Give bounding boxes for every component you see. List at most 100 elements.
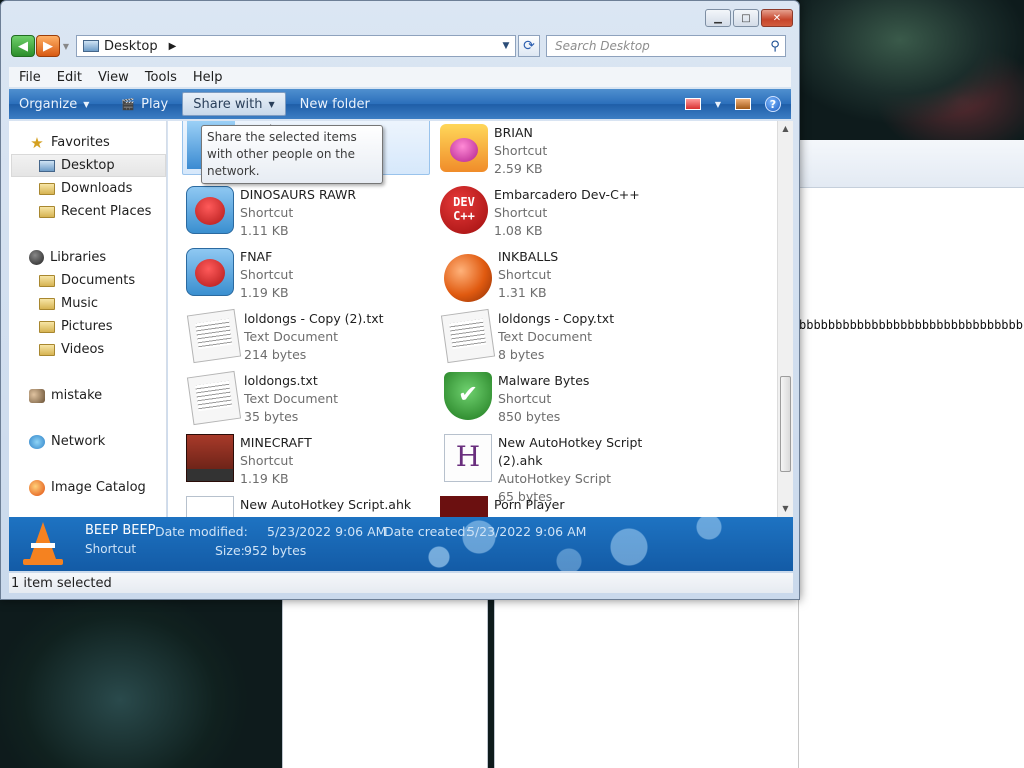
file-tile-autohotkey[interactable]: New AutoHotkey Script.ahk — [182, 493, 430, 517]
command-bar-right: ▼ ? — [684, 96, 791, 112]
file-tile-inkballs[interactable]: INKBALLS Shortcut 1.31 KB — [436, 245, 684, 303]
sidebar-item-label: Downloads — [61, 181, 133, 196]
forward-arrow-icon: ▶ — [43, 38, 53, 54]
file-tile-loldongs[interactable]: loldongs.txt Text Document 35 bytes — [182, 369, 430, 427]
scroll-down-icon[interactable]: ▼ — [778, 501, 793, 517]
sidebar-item-recent-places[interactable]: Recent Places — [9, 200, 166, 223]
recent-places-icon — [39, 205, 55, 218]
back-arrow-icon: ◀ — [18, 38, 28, 54]
menu-file[interactable]: File — [11, 70, 49, 85]
address-bar[interactable]: Desktop ▶ ▼ — [76, 35, 516, 57]
preview-pane-icon[interactable] — [735, 98, 751, 110]
forward-button[interactable]: ▶ — [36, 35, 60, 57]
play-button[interactable]: 🎬 Play — [111, 92, 178, 116]
sidebar-item-documents[interactable]: Documents — [9, 269, 166, 292]
file-type: Text Document — [244, 391, 339, 406]
organize-label: Organize — [19, 96, 78, 112]
share-with-label: Share with — [193, 96, 263, 112]
status-text: 1 item selected — [11, 575, 112, 591]
refresh-button[interactable]: ⟳ — [518, 35, 540, 57]
sidebar-favorites[interactable]: ★ Favorites — [9, 131, 166, 154]
sidebar-item-mistake[interactable]: mistake — [9, 384, 166, 407]
scrollbar-thumb[interactable] — [780, 376, 791, 472]
vlc-cone-stripe — [31, 543, 55, 548]
sidebar-item-label: Music — [61, 296, 98, 311]
menu-tools[interactable]: Tools — [137, 70, 185, 85]
background-text-content: bbbbbbbbbbbbbbbbbbbbbbbbbbbbbbb — [799, 318, 1023, 332]
chevron-right-icon[interactable]: ▶ — [169, 41, 177, 52]
sidebar-item-pictures[interactable]: Pictures — [9, 315, 166, 338]
organize-button[interactable]: Organize ▼ — [9, 92, 99, 116]
angry-birds-icon — [186, 186, 234, 234]
scroll-up-icon[interactable]: ▲ — [778, 121, 793, 137]
sidebar-item-image-catalog[interactable]: Image Catalog — [9, 476, 166, 499]
minimize-button[interactable]: ▁ — [705, 9, 731, 27]
sidebar-item-desktop[interactable]: Desktop — [11, 154, 166, 177]
menu-bar: File Edit View Tools Help — [9, 67, 791, 87]
details-date-created-value: 5/23/2022 9:06 AM — [467, 524, 587, 539]
file-tile-dev-cpp[interactable]: DEV C++ Embarcadero Dev-C++ Shortcut 1.0… — [436, 183, 684, 241]
file-tile-malware-bytes[interactable]: ✔ Malware Bytes Shortcut 850 bytes — [436, 369, 684, 427]
share-with-button[interactable]: Share with ▼ — [182, 92, 286, 116]
menu-view[interactable]: View — [90, 70, 137, 85]
file-tile-minecraft[interactable]: MINECRAFT Shortcut 1.19 KB — [182, 431, 430, 489]
sidebar-item-label: Videos — [61, 342, 105, 357]
new-folder-button[interactable]: New folder — [290, 92, 380, 116]
view-dropdown-icon[interactable]: ▼ — [715, 100, 721, 109]
file-name: Embarcadero Dev-C++ — [494, 187, 640, 202]
background-text-window[interactable]: bbbbbbbbbbbbbbbbbbbbbbbbbbbbbbb — [798, 140, 1024, 768]
sidebar-item-videos[interactable]: Videos — [9, 338, 166, 361]
background-window-pane[interactable] — [494, 598, 798, 768]
file-tile-dinosaurs-rawr[interactable]: DINOSAURS RAWR Shortcut 1.11 KB — [182, 183, 430, 241]
search-icon[interactable]: ⚲ — [765, 39, 785, 54]
back-button[interactable]: ◀ — [11, 35, 35, 57]
sidebar-item-downloads[interactable]: Downloads — [9, 177, 166, 200]
close-button[interactable]: ✕ — [761, 9, 793, 27]
status-bar: 1 item selected — [9, 573, 793, 593]
file-tile-autohotkey-2[interactable]: H New AutoHotkey Script (2).ahk AutoHotk… — [436, 431, 684, 504]
vertical-scrollbar[interactable]: ▲ ▼ — [777, 121, 793, 517]
sidebar-libraries[interactable]: Libraries — [9, 246, 166, 269]
address-dropdown-icon[interactable]: ▼ — [497, 41, 515, 51]
details-pane: BEEP BEEP Shortcut Date modified: 5/23/2… — [9, 517, 793, 571]
search-input[interactable]: Search Desktop ⚲ — [546, 35, 786, 57]
file-size: 2.59 KB — [494, 161, 543, 176]
file-type: Shortcut — [240, 267, 294, 282]
videos-icon — [39, 343, 55, 356]
file-tile-fnaf[interactable]: FNAF Shortcut 1.19 KB — [182, 245, 430, 303]
file-name: loldongs - Copy (2).txt — [244, 311, 384, 326]
file-tile-brian[interactable]: BRIAN Shortcut 2.59 KB — [436, 121, 684, 179]
menu-help[interactable]: Help — [185, 70, 231, 85]
recent-pages-dropdown[interactable]: ▼ — [60, 42, 72, 51]
autohotkey-icon — [186, 496, 234, 517]
file-type: Shortcut — [498, 267, 552, 282]
file-type: Shortcut — [240, 205, 294, 220]
sidebar-item-network[interactable]: Network — [9, 430, 166, 453]
change-view-icon[interactable] — [684, 98, 701, 110]
sidebar-item-label: Libraries — [50, 250, 107, 265]
maximize-button[interactable]: □ — [733, 9, 759, 27]
file-name: Malware Bytes — [498, 373, 590, 388]
file-name: MINECRAFT — [240, 435, 312, 450]
navigation-pane: ★ Favorites Desktop Downloads Recent Pla… — [9, 121, 167, 517]
file-tile-porn-player[interactable]: Porn Player — [436, 493, 684, 517]
devcpp-icon: DEV C++ — [440, 186, 488, 234]
file-size: 8 bytes — [498, 347, 545, 362]
sidebar-item-music[interactable]: Music — [9, 292, 166, 315]
vlc-cone-base — [23, 559, 63, 565]
new-folder-label: New folder — [299, 96, 370, 112]
inkball-icon — [444, 254, 492, 302]
help-icon[interactable]: ? — [765, 96, 781, 112]
file-name: New AutoHotkey Script (2).ahk — [498, 435, 643, 468]
address-text[interactable]: Desktop — [104, 39, 158, 54]
vlc-cone-icon — [29, 522, 57, 562]
file-tile-loldongs-copy[interactable]: loldongs - Copy.txt Text Document 8 byte… — [436, 307, 684, 365]
sidebar-item-label: mistake — [51, 388, 103, 403]
file-name: Porn Player — [494, 497, 565, 512]
file-tile-loldongs-copy-2[interactable]: loldongs - Copy (2).txt Text Document 21… — [182, 307, 430, 365]
details-size-label: Size: — [215, 543, 245, 558]
background-window-pane[interactable] — [282, 598, 488, 768]
menu-edit[interactable]: Edit — [49, 70, 90, 85]
play-label: Play — [141, 96, 169, 112]
